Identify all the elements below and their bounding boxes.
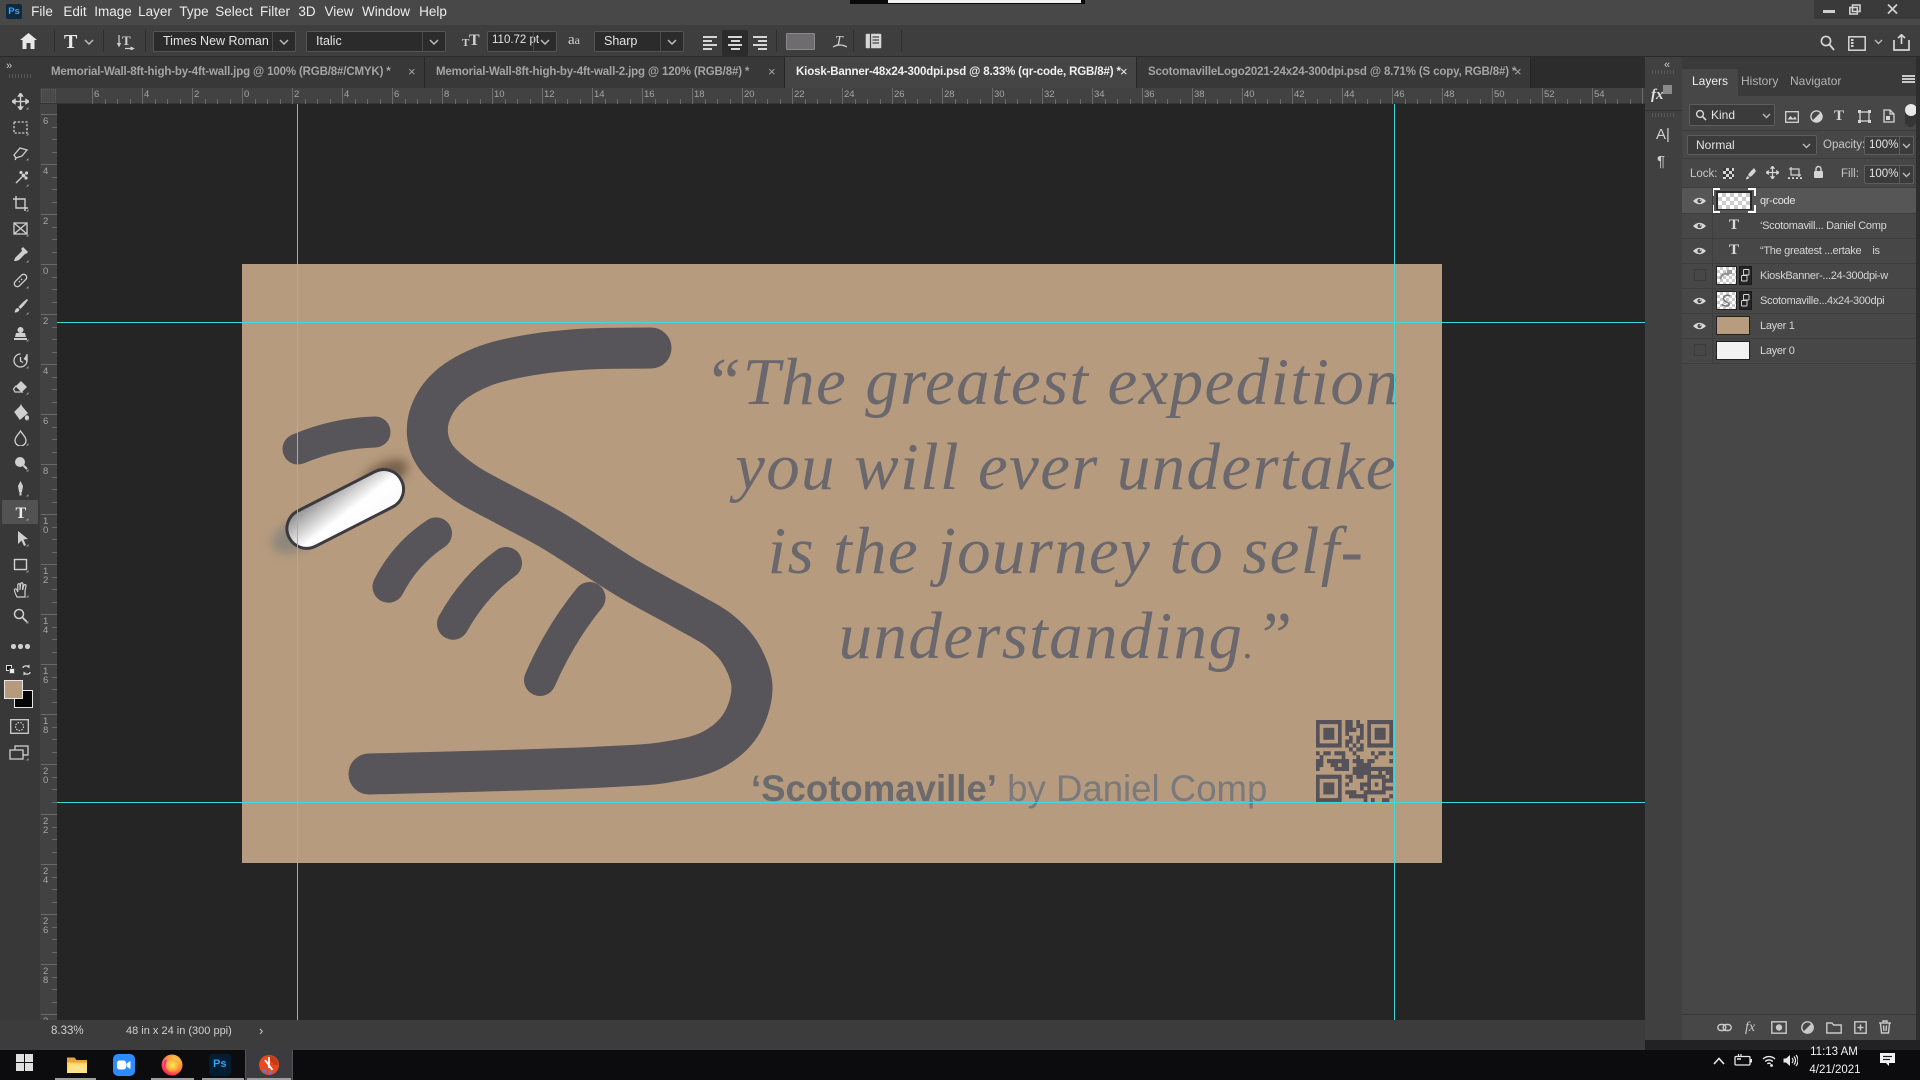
svg-text:T: T (835, 34, 844, 49)
svg-text:T: T (122, 33, 131, 48)
svg-text:T: T (15, 505, 26, 521)
